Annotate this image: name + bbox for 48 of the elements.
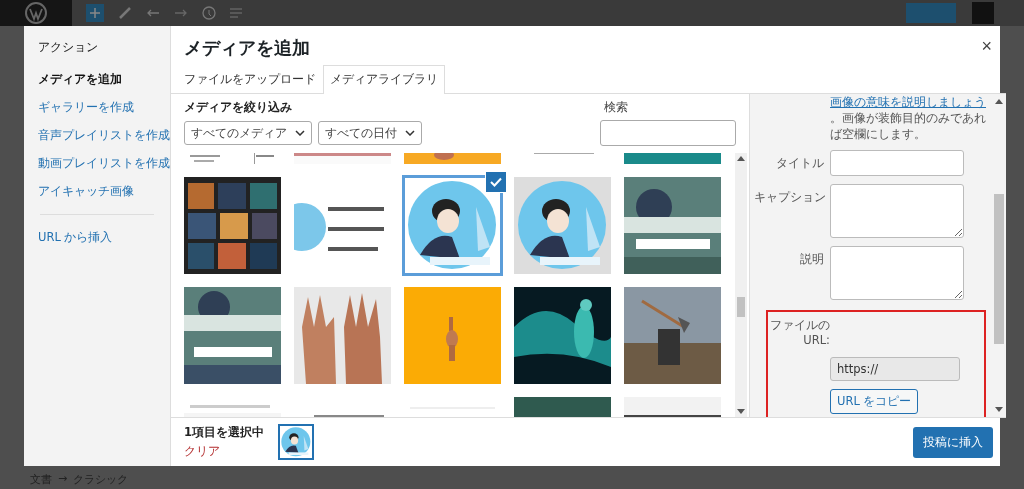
clear-link[interactable]: クリア <box>184 444 264 459</box>
modal-title: メディアを追加 <box>184 36 310 60</box>
scroll-thumb[interactable] <box>994 194 1004 344</box>
logo-icon[interactable] <box>0 0 72 26</box>
pencil-icon[interactable] <box>118 6 132 20</box>
selection-count: 1項目を選択中 <box>184 425 264 440</box>
scroll-down-icon[interactable] <box>737 409 745 415</box>
list-icon[interactable] <box>230 8 242 18</box>
undo-icon[interactable] <box>146 8 160 18</box>
field-label: 説明 <box>799 251 824 267</box>
text-area[interactable] <box>830 246 964 300</box>
menu-heading: アクション <box>37 40 99 55</box>
filter-label: メディアを絞り込み <box>184 100 293 115</box>
menu-item[interactable]: ギャラリーを作成 <box>38 100 134 115</box>
field-label: URL: <box>803 333 830 347</box>
chevron-down-icon <box>295 130 305 136</box>
field-label: タイトル <box>775 155 824 171</box>
menu-item[interactable]: 音声プレイリストを作成 <box>38 128 170 143</box>
field-label: ファイルの <box>770 318 830 333</box>
menu-item[interactable]: 動画プレイリストを作成 <box>38 156 170 171</box>
close-button[interactable]: × <box>981 36 992 57</box>
menu-item[interactable]: URL から挿入 <box>38 230 113 245</box>
redo-icon[interactable] <box>174 8 188 18</box>
menu-item[interactable]: アイキャッチ画像 <box>38 184 134 199</box>
tab[interactable]: メディアライブラリ <box>323 65 445 94</box>
menu-item[interactable]: メディアを追加 <box>38 72 122 87</box>
text-field[interactable] <box>830 150 964 176</box>
scroll-up-icon[interactable] <box>737 155 745 161</box>
filter-dropdown[interactable]: すべてのメディア <box>184 121 312 145</box>
chevron-down-icon <box>405 130 415 136</box>
help-text: 。画像が装飾目的のみであれば空欄にします。 <box>830 110 986 142</box>
scroll-thumb[interactable] <box>737 297 745 317</box>
scroll-up-icon[interactable] <box>995 98 1003 104</box>
copy-url-button[interactable]: URL をコピー <box>830 389 919 414</box>
help-link[interactable]: 画像の意味を説明しましょう <box>830 95 986 109</box>
add-block-icon[interactable] <box>86 4 104 22</box>
filter-dropdown[interactable]: すべての日付 <box>318 121 422 145</box>
url-field[interactable]: https:// <box>830 357 960 381</box>
scroll-down-icon[interactable] <box>995 407 1003 413</box>
check-icon[interactable] <box>485 171 507 193</box>
arrow-text: → <box>58 472 68 487</box>
text-area[interactable] <box>830 184 964 238</box>
scrollbar[interactable] <box>735 153 747 417</box>
search-label: 検索 <box>603 100 629 115</box>
tab[interactable]: ファイルをアップロード <box>177 65 323 93</box>
field-label: キャプション <box>754 189 824 205</box>
insert-button[interactable]: 投稿に挿入 <box>913 426 993 458</box>
search-field[interactable] <box>600 120 736 146</box>
